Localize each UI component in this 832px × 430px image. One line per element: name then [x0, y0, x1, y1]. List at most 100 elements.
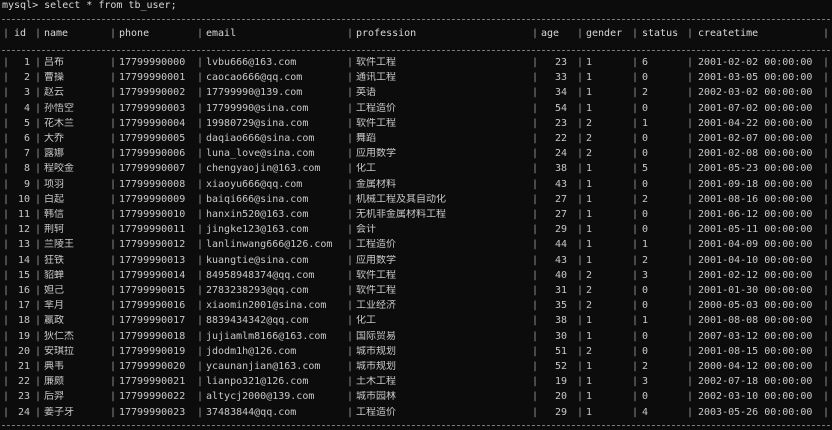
column-separator: | [532, 28, 539, 39]
column-separator: | [532, 330, 539, 342]
cell-name: 赵云 [44, 87, 64, 99]
cell-email: xiaomin2001@sina.com [206, 300, 327, 312]
cell-gender: 1 [586, 406, 593, 418]
column-separator: | [632, 148, 639, 160]
cell-age: 54 [554, 102, 567, 114]
cell-gender: 2 [586, 300, 593, 312]
cell-phone: 17799990017 [119, 315, 186, 327]
column-separator: | [110, 28, 117, 39]
terminal-window[interactable]: mysql> select * from tb_user; | id | nam… [0, 0, 832, 430]
column-separator: | [197, 117, 204, 129]
column-separator: | [35, 87, 42, 99]
column-separator: | [197, 376, 204, 388]
cell-name: 狂铁 [44, 254, 64, 266]
cell-status: 0 [642, 178, 649, 190]
cell-profession: 软件工程 [356, 285, 396, 296]
column-separator: | [632, 87, 639, 99]
column-separator: | [347, 330, 354, 342]
cell-age: 34 [554, 87, 567, 99]
cell-name: 露娜 [44, 148, 64, 160]
cell-age: 43 [554, 254, 567, 266]
cell-createtime: 2002-07-18 00:00:00 [698, 376, 813, 388]
cell-gender: 1 [586, 361, 593, 372]
column-separator: | [532, 315, 539, 327]
cell-createtime: 2001-01-30 00:00:00 [698, 285, 813, 296]
cell-email: lanlinwang666@126.com [206, 239, 333, 251]
column-separator: | [347, 376, 354, 388]
cell-gender: 1 [586, 57, 593, 68]
table-row: | | | | | | | | | | 2 曹操 17799990001 caocao666@qq.com… [0, 71, 832, 86]
column-separator: | [687, 117, 694, 129]
column-separator: | [577, 406, 584, 418]
cell-profession: 工程造价 [356, 406, 396, 418]
cell-profession: 应用数学 [356, 254, 396, 266]
column-separator: | [577, 163, 584, 175]
table-row: | | | | | | | | | | 4 孙悟空 17799990003 17799990@sina.c… [0, 102, 832, 117]
header-gender: gender [586, 28, 623, 39]
column-separator: | [577, 72, 584, 84]
column-separator: | [823, 72, 830, 84]
cell-phone: 17799990003 [119, 102, 186, 114]
column-separator: | [35, 102, 42, 114]
cell-phone: 17799990014 [119, 269, 186, 281]
cell-phone: 17799990016 [119, 300, 186, 312]
column-separator: | [632, 102, 639, 114]
column-separator: | [632, 269, 639, 281]
column-separator: | [35, 193, 42, 205]
cell-gender: 1 [586, 330, 593, 342]
column-separator: | [110, 117, 117, 129]
column-separator: | [632, 361, 639, 372]
cell-gender: 1 [586, 224, 593, 236]
column-separator: | [35, 391, 42, 403]
cell-gender: 1 [586, 87, 593, 99]
cell-name: 曹操 [44, 72, 64, 84]
column-separator: | [532, 300, 539, 312]
cell-createtime: 2001-03-05 00:00:00 [698, 72, 813, 84]
column-separator: | [110, 178, 117, 190]
table-row: | | | | | | | | | | 12 荆轲 17799990011 jingke123@163.c… [0, 223, 832, 238]
column-separator: | [632, 254, 639, 266]
cell-email: baiqi666@sina.com [206, 193, 309, 205]
column-separator: | [687, 239, 694, 251]
column-separator: | [532, 224, 539, 236]
column-separator: | [632, 209, 639, 220]
table-row: | | | | | | | | | | 9 项羽 17799990008 xiaoyu666@qq.com… [0, 178, 832, 193]
column-separator: | [577, 376, 584, 388]
column-separator: | [687, 72, 694, 84]
column-separator: | [347, 148, 354, 160]
cell-email: altycj2000@139.com [206, 391, 315, 403]
column-separator: | [532, 345, 539, 357]
cell-createtime: 2001-04-10 00:00:00 [698, 254, 813, 266]
column-separator: | [110, 345, 117, 357]
table-row: | | | | | | | | | | 17 芈月 17799990016 xiaomin2001@sin… [0, 299, 832, 314]
column-separator: | [823, 285, 830, 296]
cell-gender: 1 [586, 239, 593, 251]
column-separator: | [632, 345, 639, 357]
cell-id: 11 [17, 209, 30, 220]
cell-profession: 金属材料 [356, 178, 396, 190]
header-phone: phone [119, 28, 150, 39]
column-separator: | [577, 57, 584, 68]
cell-phone: 17799990004 [119, 117, 186, 129]
column-separator: | [35, 28, 42, 39]
column-separator: | [577, 87, 584, 99]
column-separator: | [532, 133, 539, 144]
cell-email: caocao666@qq.com [206, 72, 303, 84]
cell-phone: 17799990022 [119, 391, 186, 403]
cell-age: 29 [554, 406, 567, 418]
table-row: | | | | | | | | | | 11 韩信 17799990010 hanxin520@163.c… [0, 208, 832, 223]
table-row: | | | | | | | | | | 21 典韦 17799990020 ycaunanjian@163… [0, 360, 832, 375]
column-separator: | [35, 117, 42, 129]
column-separator: | [687, 330, 694, 342]
column-separator: | [577, 28, 584, 39]
cell-email: ycaunanjian@163.com [206, 361, 321, 372]
column-separator: | [35, 406, 42, 418]
column-separator: | [687, 391, 694, 403]
column-separator: | [687, 28, 694, 39]
column-separator: | [110, 315, 117, 327]
table-border-top [2, 19, 830, 20]
column-separator: | [197, 361, 204, 372]
cell-age: 23 [554, 57, 567, 68]
cell-id: 2 [23, 72, 30, 84]
cell-name: 后羿 [44, 391, 64, 403]
